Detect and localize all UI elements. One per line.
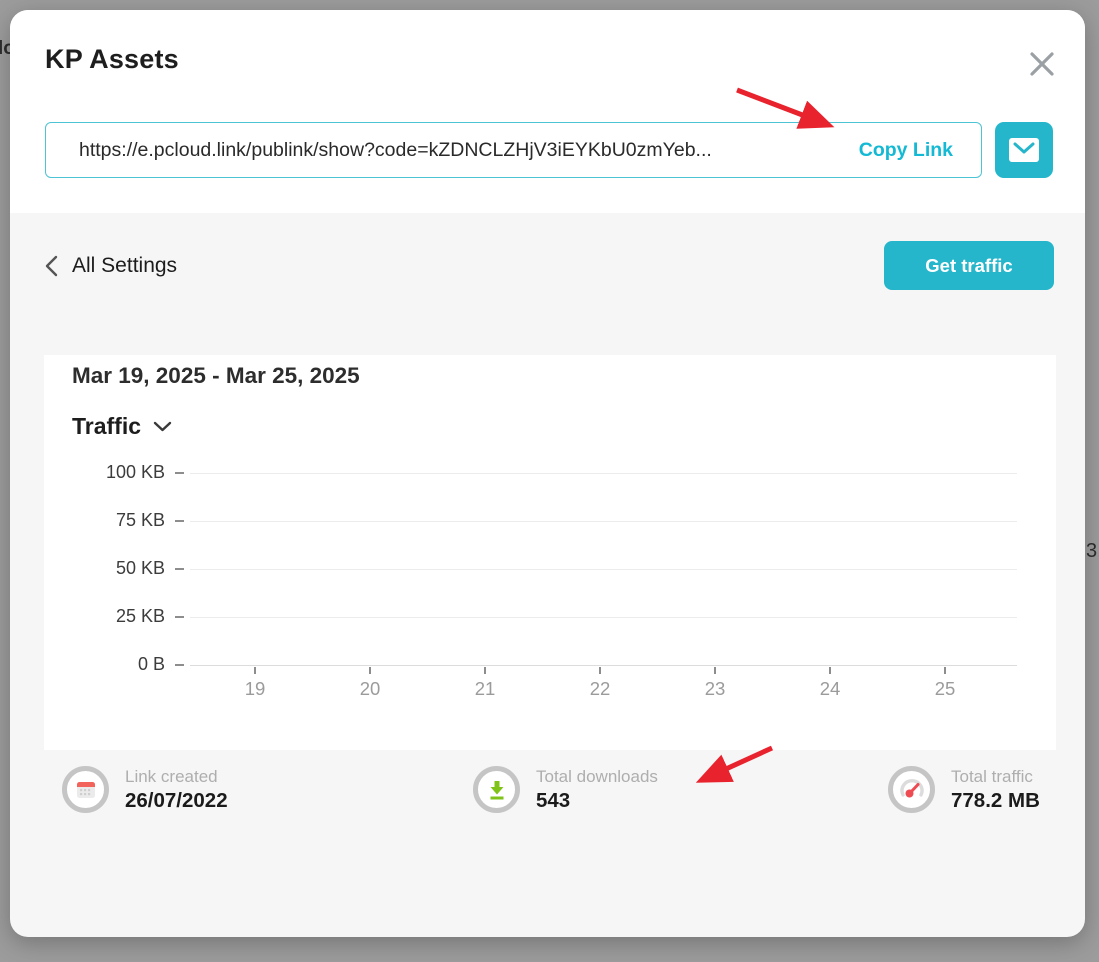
- y-axis-tick: [175, 472, 184, 474]
- y-axis-tick: [175, 616, 184, 618]
- chevron-left-icon: [45, 255, 58, 277]
- y-axis-tick: [175, 664, 184, 666]
- x-axis-tick: [714, 667, 716, 674]
- gridline: [190, 665, 1017, 666]
- stat-value: 26/07/2022: [125, 789, 228, 813]
- share-link-url: https://e.pcloud.link/publink/show?code=…: [46, 139, 712, 162]
- modal-header: KP Assets https://e.pcloud.link/publink/…: [10, 10, 1085, 213]
- x-axis-label: 20: [348, 678, 392, 700]
- share-link-row: https://e.pcloud.link/publink/show?code=…: [45, 122, 1053, 178]
- gauge-icon: [888, 766, 935, 813]
- x-axis-tick: [254, 667, 256, 674]
- calendar-icon: [62, 766, 109, 813]
- background-text-fragment: 3.: [1086, 540, 1099, 563]
- x-axis-tick: [369, 667, 371, 674]
- send-email-button[interactable]: [995, 122, 1053, 178]
- close-x-glyph: [1028, 50, 1056, 78]
- stat-value: 543: [536, 789, 658, 813]
- get-traffic-button[interactable]: Get traffic: [884, 241, 1054, 290]
- y-axis-tick: [175, 568, 184, 570]
- y-axis-label: 100 KB: [44, 462, 165, 483]
- calendar-glyph: [74, 778, 98, 802]
- x-axis-tick: [944, 667, 946, 674]
- x-axis-tick: [484, 667, 486, 674]
- y-axis-label: 0 B: [44, 654, 165, 675]
- y-axis-label: 50 KB: [44, 558, 165, 579]
- link-stats-modal: KP Assets https://e.pcloud.link/publink/…: [10, 10, 1085, 937]
- x-axis-label: 25: [923, 678, 967, 700]
- copy-link-button[interactable]: Copy Link: [839, 139, 981, 162]
- x-axis-label: 19: [233, 678, 277, 700]
- gauge-glyph: [899, 777, 925, 803]
- x-axis-label: 21: [463, 678, 507, 700]
- y-axis-tick: [175, 520, 184, 522]
- close-icon[interactable]: [1022, 44, 1062, 84]
- gridline: [190, 521, 1017, 522]
- traffic-chart-card: Mar 19, 2025 - Mar 25, 2025 Traffic 100 …: [44, 355, 1056, 750]
- download-glyph: [485, 778, 509, 802]
- y-axis-label: 25 KB: [44, 606, 165, 627]
- download-icon: [473, 766, 520, 813]
- stat-total-downloads: Total downloads 543: [473, 766, 658, 813]
- share-link-field[interactable]: https://e.pcloud.link/publink/show?code=…: [45, 122, 982, 178]
- stat-label: Total downloads: [536, 767, 658, 787]
- stat-label: Link created: [125, 767, 228, 787]
- envelope-icon: [1007, 137, 1041, 163]
- x-axis-tick: [599, 667, 601, 674]
- stat-total-traffic: Total traffic 778.2 MB: [888, 766, 1040, 813]
- stat-link-created: Link created 26/07/2022: [62, 766, 228, 813]
- y-axis-label: 75 KB: [44, 510, 165, 531]
- x-axis-tick: [829, 667, 831, 674]
- screen: lo 3. KP Assets https://e.pcloud.link/pu…: [0, 0, 1099, 962]
- settings-row: All Settings Get traffic: [45, 241, 1054, 290]
- modal-title: KP Assets: [45, 44, 179, 75]
- gridline: [190, 617, 1017, 618]
- x-axis-label: 23: [693, 678, 737, 700]
- x-axis-label: 22: [578, 678, 622, 700]
- stat-label: Total traffic: [951, 767, 1040, 787]
- gridline: [190, 473, 1017, 474]
- x-axis-label: 24: [808, 678, 852, 700]
- back-label: All Settings: [72, 254, 177, 278]
- traffic-chart: 100 KB 75 KB 50 KB 25 KB 0 B 19 20 21 22 23 24 25: [44, 355, 1056, 750]
- stat-value: 778.2 MB: [951, 789, 1040, 813]
- back-to-all-settings[interactable]: All Settings: [45, 254, 177, 278]
- gridline: [190, 569, 1017, 570]
